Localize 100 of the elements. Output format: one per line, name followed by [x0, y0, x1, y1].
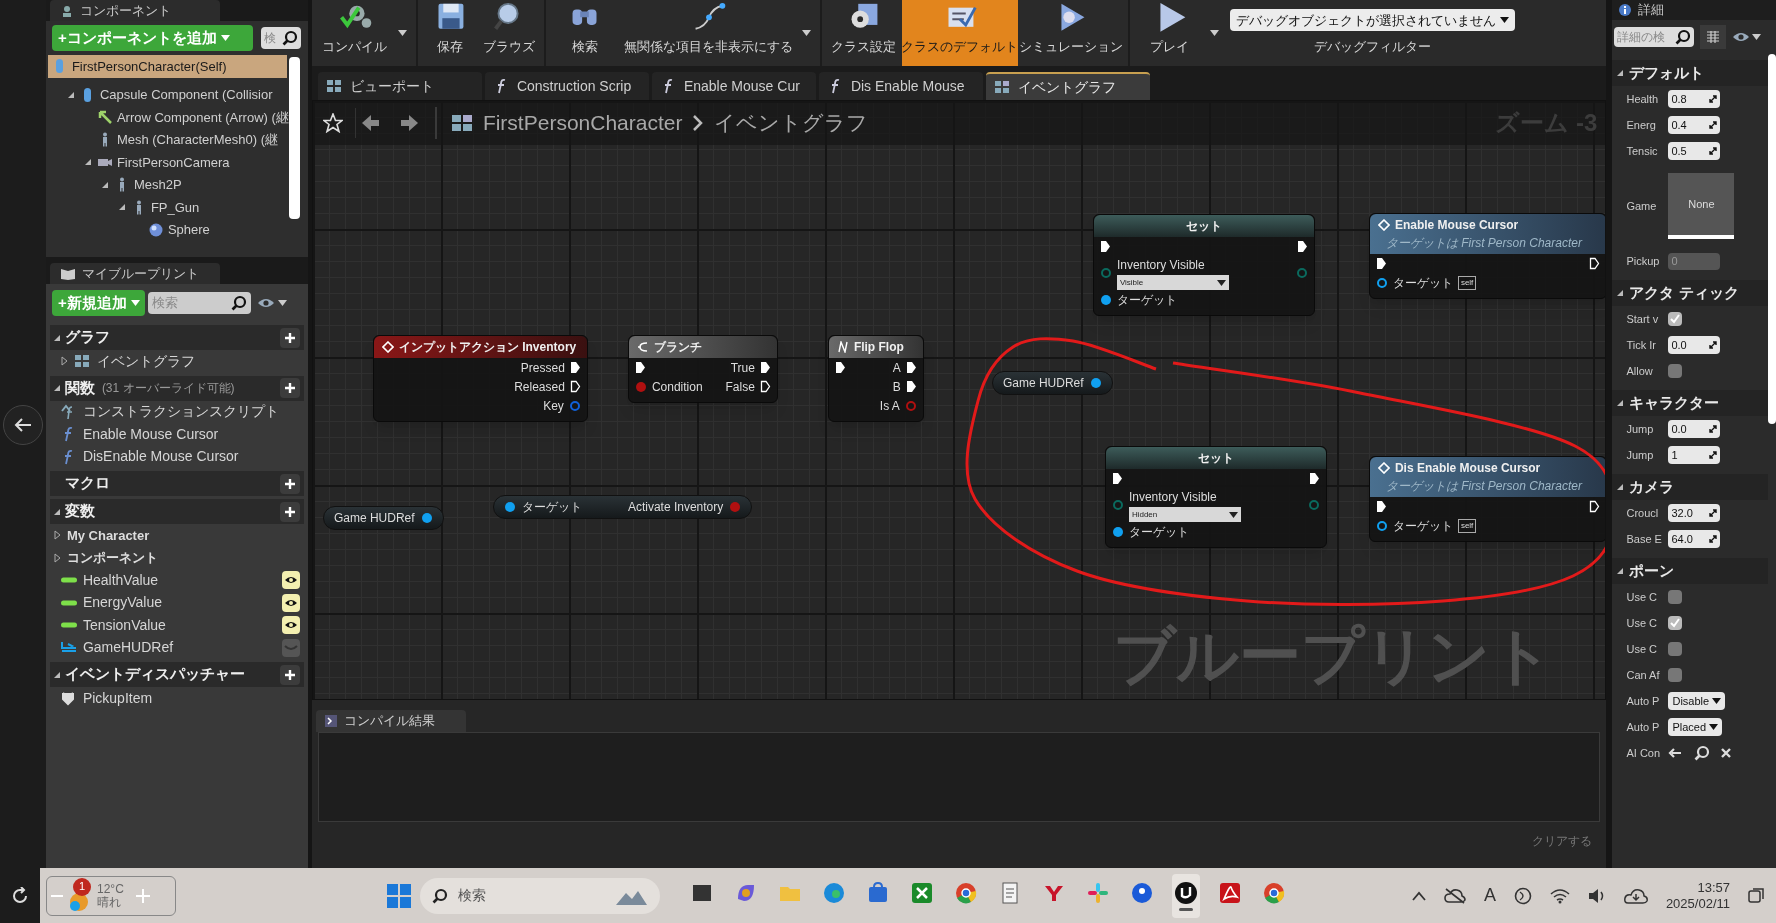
tree-item[interactable]: Mesh (CharacterMesh0) (継 — [45, 128, 289, 151]
tree-item[interactable]: Capsule Component (Collisior — [45, 83, 289, 106]
document-tab[interactable]: イベントグラフ — [985, 72, 1150, 100]
number-field[interactable]: 0.8 — [1668, 90, 1721, 108]
graph-node[interactable]: インプットアクション Inventory Pressed Released Key — [372, 335, 588, 422]
section-header[interactable]: グラフ — [49, 325, 304, 350]
view-options-button[interactable] — [256, 297, 287, 309]
section-header[interactable]: イベントディスパッチャー — [49, 662, 304, 687]
list-item[interactable]: EnergyValue — [49, 591, 304, 614]
tree-item[interactable]: Arrow Component (Arrow) (継 — [45, 106, 289, 129]
graph-node[interactable]: Dis Enable Mouse Cursor ターゲットは First Person Character ターゲット self — [1368, 456, 1606, 542]
add-button[interactable] — [279, 501, 300, 522]
checkbox[interactable] — [1668, 616, 1683, 630]
tree-item[interactable]: FP_Gun — [45, 196, 289, 219]
graph-node[interactable]: ブランチ True Condition False — [627, 335, 778, 403]
back-button[interactable] — [2, 405, 43, 445]
graph-node[interactable]: セット Inventory Visible Visible ターゲット — [1092, 214, 1315, 316]
toolbar-button[interactable]: 保存 — [421, 0, 478, 66]
section-header[interactable]: マクロ — [49, 471, 304, 496]
ime-indicator[interactable]: A — [1483, 882, 1496, 909]
section-header[interactable]: デフォルト — [1612, 60, 1768, 86]
graph-node[interactable]: Flip Flop A B Is A — [827, 335, 924, 422]
taskbar-app-button[interactable] — [1172, 873, 1200, 918]
scrollbar[interactable] — [288, 57, 300, 219]
toolbar-button[interactable]: ブラウズ — [477, 0, 540, 66]
list-item[interactable]: コンポーネント — [49, 546, 304, 569]
grid-view-button[interactable] — [1700, 25, 1727, 49]
graph-node[interactable]: ターゲット Activate Inventory — [492, 495, 753, 519]
graph-canvas[interactable] — [311, 100, 1607, 700]
add-button[interactable] — [279, 378, 300, 398]
checkbox[interactable] — [1668, 312, 1683, 326]
panel-tab[interactable]: 詳細 — [1612, 0, 1776, 20]
visibility-toggle[interactable] — [281, 571, 300, 590]
toolbar-button[interactable]: 無関係な項目を非表示にする — [619, 0, 798, 66]
number-field[interactable]: 0.0 — [1668, 336, 1721, 354]
section-header[interactable]: キャラクター — [1612, 390, 1768, 416]
panel-tab[interactable]: マイブループリント — [49, 263, 220, 284]
toolbar-button[interactable]: プレイ — [1133, 0, 1206, 66]
document-tab[interactable]: Dis Enable Mouse — [818, 72, 983, 100]
dropdown[interactable]: Hidden — [1128, 507, 1241, 522]
toolbar-button[interactable]: 検索 — [549, 0, 620, 66]
clear-button[interactable] — [1720, 747, 1733, 759]
number-field[interactable]: 1 — [1668, 446, 1721, 464]
checkbox[interactable] — [1668, 590, 1683, 604]
dropdown[interactable]: Disable — [1668, 692, 1726, 710]
list-item[interactable]: HealthValue — [49, 569, 304, 592]
number-field[interactable]: 0.5 — [1668, 142, 1721, 160]
add-button[interactable] — [279, 327, 300, 348]
checkbox[interactable] — [1668, 364, 1683, 378]
dropdown[interactable]: Placed — [1668, 718, 1723, 736]
graph-node[interactable]: Enable Mouse Cursor ターゲットは First Person Character ターゲット self — [1368, 213, 1606, 299]
list-item[interactable]: Enable Mouse Cursor — [49, 423, 304, 446]
list-item[interactable]: TensionValue — [49, 614, 304, 637]
document-tab[interactable]: ビューポート — [317, 72, 482, 100]
graph-node[interactable]: セット Inventory Visible Hidden ターゲット — [1104, 446, 1327, 548]
debug-object-dropdown[interactable]: デバッグオブジェクトが選択されていません — [1229, 9, 1515, 32]
list-item[interactable]: My Character — [49, 524, 304, 547]
list-item[interactable]: DisEnable Mouse Cursor — [49, 445, 304, 468]
panel-tab[interactable]: コンパイル結果 — [315, 710, 466, 732]
list-item[interactable]: コンストラクションスクリプト — [49, 400, 304, 423]
checkbox[interactable] — [1668, 642, 1683, 656]
add-button[interactable] — [279, 664, 300, 685]
search-field[interactable]: 検索 — [420, 877, 660, 914]
checkbox[interactable] — [1668, 668, 1683, 682]
browse-button[interactable] — [1694, 745, 1711, 761]
visibility-toggle[interactable] — [281, 616, 300, 635]
scrollbar[interactable] — [1768, 54, 1776, 424]
number-field[interactable]: 32.0 — [1668, 504, 1721, 522]
list-item[interactable]: イベントグラフ — [49, 350, 304, 373]
visibility-toggle[interactable] — [281, 593, 300, 612]
section-header[interactable]: 関数 (31 オーバーライド可能) — [49, 375, 304, 401]
use-button[interactable] — [1668, 747, 1683, 759]
breadcrumb-link[interactable]: FirstPersonCharacter — [482, 107, 683, 139]
weather-widget[interactable]: 1 12°C 晴れ — [46, 875, 176, 916]
section-header[interactable]: アクタ ティック — [1612, 280, 1768, 306]
section-header[interactable]: ポーン — [1612, 558, 1768, 584]
document-tab[interactable]: Enable Mouse Cur — [651, 72, 816, 100]
graph-node[interactable]: Game HUDRef — [991, 371, 1113, 395]
section-header[interactable]: カメラ — [1612, 474, 1768, 500]
list-item[interactable]: GameHUDRef — [49, 636, 304, 659]
toolbar-button[interactable]: クラス設定 — [825, 0, 902, 66]
section-header[interactable]: 変数 — [49, 499, 304, 524]
tree-item[interactable]: FirstPersonCharacter(Self) — [47, 55, 287, 78]
add-button[interactable] — [279, 473, 300, 494]
dropdown[interactable]: Visible — [1116, 275, 1229, 290]
tree-item[interactable]: Mesh2P — [45, 173, 289, 196]
panel-tab[interactable]: コンポーネント — [49, 0, 220, 21]
tree-item[interactable]: Sphere — [45, 218, 289, 241]
list-item[interactable]: PickupItem — [49, 687, 304, 710]
asset-thumbnail[interactable]: None — [1668, 173, 1735, 239]
number-field[interactable]: 64.0 — [1668, 530, 1721, 548]
favorite-button[interactable] — [320, 111, 345, 135]
toolbar-button[interactable]: クラスのデフォルト — [901, 0, 1018, 66]
view-options-button[interactable] — [1732, 31, 1762, 43]
tree-item[interactable]: FirstPersonCamera — [45, 151, 289, 174]
number-field[interactable]: 0.0 — [1668, 420, 1721, 438]
toolbar-button[interactable]: シミュレーション — [1017, 0, 1124, 66]
refresh-button[interactable] — [0, 868, 40, 923]
visibility-toggle[interactable] — [281, 638, 300, 657]
document-tab[interactable]: Construction Scrip — [484, 72, 649, 100]
